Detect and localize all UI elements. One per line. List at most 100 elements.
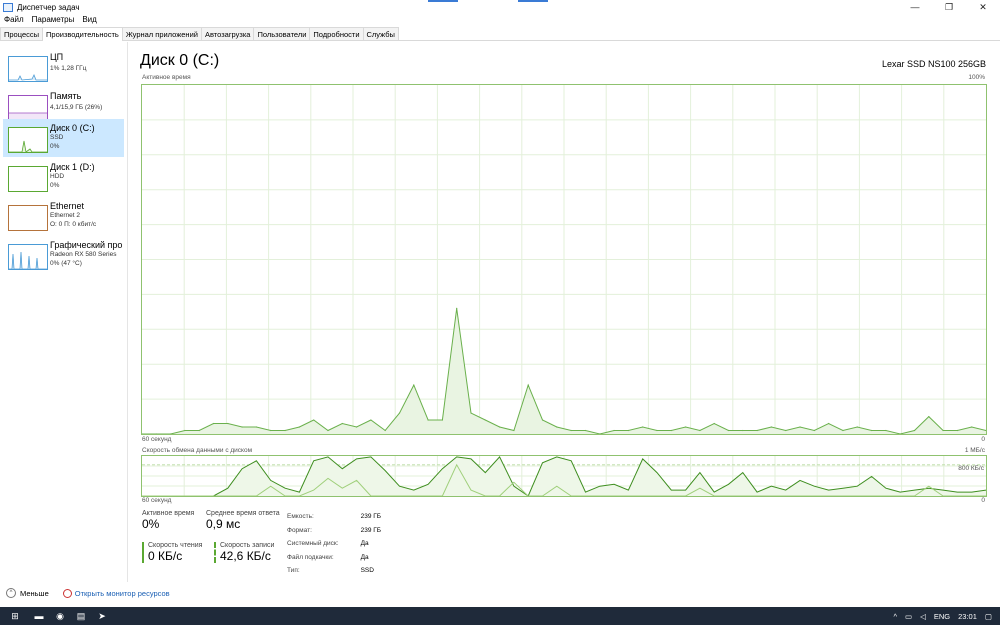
open-resource-monitor-link[interactable]: Открыть монитор ресурсов	[75, 589, 170, 598]
active-time-point	[770, 426, 773, 428]
stat-value: 0,9 мс	[206, 517, 241, 531]
task-manager-taskbar-icon[interactable]: ▤	[75, 610, 87, 622]
active-time-point	[198, 429, 200, 432]
stat-label: Активное время	[142, 510, 195, 517]
active-time-point	[255, 426, 258, 428]
chevron-up-icon[interactable]: ^	[6, 588, 16, 598]
stat-value: 0 КБ/с	[148, 549, 183, 563]
sidebar-item-detail: О: 0 П: 0 кбит/с	[50, 221, 97, 228]
sidebar-item-disk-1[interactable]: Диск 1 (D:) HDD 0%	[3, 158, 124, 196]
task-manager-icon	[3, 2, 13, 12]
stat-label: Скорость чтения	[148, 542, 203, 549]
active-time-point	[270, 429, 272, 432]
sidebar-item-label: Ethernet	[50, 201, 85, 211]
active-time-point	[885, 429, 887, 432]
maximize-button[interactable]: ❐	[932, 0, 966, 14]
sidebar-item-label: Графический про	[50, 240, 123, 250]
active-time-point	[813, 429, 815, 432]
language-indicator[interactable]: ENG	[934, 612, 950, 621]
menu-view[interactable]: Вид	[78, 14, 100, 26]
disk1-thumbnail	[8, 166, 48, 192]
active-time-point	[413, 384, 415, 386]
active-time-point	[627, 429, 629, 432]
tab-details[interactable]: Подробности	[309, 27, 364, 40]
active-time-point	[870, 429, 873, 432]
stat-label: Среднее время ответа	[206, 510, 280, 517]
chart1-title: Активное время	[142, 74, 191, 81]
sidebar-item-gpu[interactable]: Графический про Radeon RX 580 Series 0% …	[3, 236, 124, 274]
active-time-point	[456, 307, 458, 309]
title-accent	[518, 0, 548, 2]
active-time-point	[355, 426, 358, 428]
ethernet-thumbnail	[8, 205, 48, 231]
menu-options[interactable]: Параметры	[28, 14, 79, 26]
menu-file[interactable]: Файл	[0, 14, 28, 26]
chart1-time-label: 60 секунд	[142, 436, 172, 443]
less-details-button[interactable]: Меньше	[20, 589, 49, 598]
menu-bar: Файл Параметры Вид	[0, 14, 101, 26]
stat-value: 0%	[142, 517, 160, 531]
close-button[interactable]: ✕	[966, 0, 1000, 14]
active-time-point	[370, 419, 372, 421]
file-explorer-icon[interactable]: ▬	[33, 610, 45, 622]
sidebar-item-detail: Radeon RX 580 Series	[50, 251, 117, 258]
minimize-button[interactable]: —	[898, 0, 932, 14]
active-time-point	[398, 412, 401, 414]
chrome-icon[interactable]: ◉	[54, 610, 66, 622]
active-time-plot	[142, 85, 986, 434]
gpu-thumbnail	[8, 244, 48, 270]
transfer-rate-plot	[142, 456, 986, 496]
sidebar-item-cpu[interactable]: ЦП 1% 1,28 ГГц	[3, 48, 124, 86]
active-time-point	[484, 419, 486, 421]
system-tray: ^ ▭ ◁ ENG 23:01 ▢	[893, 607, 1000, 625]
active-time-point	[527, 384, 529, 386]
active-time-point	[742, 429, 744, 432]
disk0-thumbnail	[8, 127, 48, 153]
notifications-icon[interactable]: ▢	[985, 612, 992, 621]
tab-app-history[interactable]: Журнал приложений	[121, 27, 202, 40]
tab-performance[interactable]: Производительность	[42, 27, 123, 41]
clock[interactable]: 23:01	[958, 612, 977, 621]
sidebar-item-ethernet[interactable]: Ethernet Ethernet 2 О: 0 П: 0 кбит/с	[3, 197, 124, 235]
chart2-mid-label: 800 КБ/с	[958, 465, 984, 472]
tab-processes[interactable]: Процессы	[0, 27, 44, 40]
tab-startup[interactable]: Автозагрузка	[200, 27, 255, 40]
active-time-point	[613, 429, 615, 432]
active-time-point	[971, 426, 973, 428]
property-key: Файл подкачки:	[287, 553, 334, 561]
property-value: 239 ГБ	[360, 526, 382, 534]
sidebar-item-label: ЦП	[50, 52, 64, 62]
property-key: Тип:	[287, 567, 300, 574]
tab-users[interactable]: Пользователи	[253, 27, 311, 40]
tray-chevron-icon[interactable]: ^	[893, 612, 897, 621]
active-time-point	[928, 415, 930, 418]
resource-monitor-icon	[62, 588, 72, 598]
active-time-point	[942, 429, 944, 432]
sidebar-item-label: Диск 0 (C:)	[50, 123, 95, 133]
network-icon[interactable]: ▭	[905, 612, 912, 621]
sidebar-item-detail: 1% 1,28 ГГц	[50, 65, 87, 72]
sidebar-item-disk-0[interactable]: Диск 0 (C:) SSD 0%	[3, 119, 124, 157]
active-time-point	[313, 419, 315, 421]
chart1-max-label: 100%	[968, 74, 985, 81]
property-value: 239 ГБ	[360, 513, 382, 520]
active-time-point	[727, 429, 730, 432]
volume-icon[interactable]: ◁	[920, 612, 926, 621]
tab-strip: Процессы Производительность Журнал прило…	[0, 27, 1000, 41]
active-time-point	[155, 433, 157, 434]
disk-properties: Емкость: 239 ГБ Формат: 239 ГБ Системный д…	[285, 510, 383, 580]
property-row: Файл подкачки: Да	[287, 553, 381, 565]
device-model: Lexar SSD NS100 256GB	[881, 59, 986, 69]
active-time-point	[499, 426, 501, 428]
sidebar-item-detail: SSD	[50, 134, 64, 141]
telegram-icon[interactable]: ➤	[96, 610, 108, 622]
tab-services[interactable]: Службы	[362, 27, 399, 40]
active-time-point	[842, 429, 844, 432]
active-time-point	[913, 429, 916, 432]
property-value: Да	[360, 553, 369, 561]
memory-thumbnail	[8, 95, 48, 121]
active-time-point	[670, 429, 672, 432]
transfer-rate-chart: 800 КБ/с	[141, 455, 987, 497]
windows-start-icon[interactable]: ⊞	[9, 610, 21, 622]
active-time-point	[142, 433, 143, 434]
